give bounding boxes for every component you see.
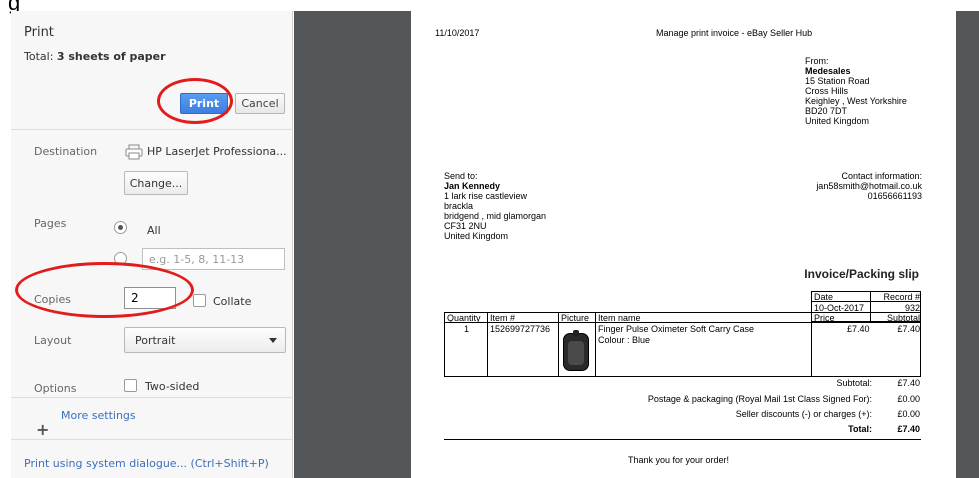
- postage-value: £0.00: [897, 394, 920, 404]
- from-line: United Kingdom: [805, 116, 870, 127]
- subtotal-label: Subtotal:: [836, 378, 872, 388]
- pages-all-label: All: [147, 224, 161, 237]
- discounts-label: Seller discounts (-) or charges (+):: [735, 409, 872, 419]
- col-item-name: Item name: [598, 313, 641, 323]
- two-sided-label: Two-sided: [145, 380, 200, 393]
- contact-email: jan58smith@hotmail.co.uk: [816, 181, 922, 192]
- change-destination-button[interactable]: Change...: [124, 171, 188, 195]
- postage-label: Postage & packaging (Royal Mail 1st Clas…: [647, 394, 872, 404]
- collate-label: Collate: [213, 295, 252, 308]
- product-thumbnail: [563, 330, 589, 371]
- to-line: 1 lark rise castleview: [444, 191, 528, 202]
- from-line: Cross Hills: [805, 86, 849, 97]
- thanks-message: Thank you for your order!: [628, 455, 730, 465]
- to-line: CF31 2NU: [444, 221, 487, 232]
- dialog-title: Print: [24, 25, 54, 40]
- send-to-label: Send to:: [444, 171, 478, 181]
- total-label: Total:: [24, 50, 54, 63]
- divider: [444, 322, 921, 323]
- pages-all-radio[interactable]: [114, 221, 127, 234]
- divider: [487, 312, 488, 377]
- from-block: From: Medesales 15 Station Road Cross Hi…: [805, 56, 907, 127]
- total-label: Total:: [848, 424, 872, 434]
- layout-select[interactable]: Portrait: [124, 327, 286, 353]
- layout-label: Layout: [34, 334, 72, 347]
- total-value: 3 sheets of paper: [56, 50, 166, 63]
- print-button-annotation: [157, 78, 233, 124]
- divider: [595, 312, 596, 377]
- col-subtotal: Subtotal: [886, 313, 920, 323]
- more-settings-link[interactable]: More settings: [61, 409, 136, 422]
- to-line: bridgend , mid glamorgan: [444, 211, 547, 222]
- to-line: United Kingdom: [444, 231, 509, 242]
- from-label: From:: [805, 56, 829, 66]
- collate-checkbox[interactable]: [193, 294, 206, 307]
- row-quantity: 1: [464, 324, 470, 334]
- print-settings-panel: Print Total: 3 sheets of paper Print Can…: [11, 11, 293, 478]
- system-dialog-link[interactable]: Print using system dialogue... (Ctrl+Shi…: [24, 457, 269, 470]
- total-value: £7.40: [897, 424, 920, 434]
- col-item-number: Item #: [490, 313, 516, 323]
- col-quantity: Quantity: [447, 313, 481, 323]
- preview-page: 11/10/2017 Manage print invoice - eBay S…: [411, 11, 956, 478]
- preview-date: 11/10/2017: [435, 28, 480, 38]
- plus-icon: +: [36, 420, 50, 439]
- options-label: Options: [34, 382, 77, 395]
- sheet-total: Total: 3 sheets of paper: [24, 50, 166, 63]
- from-line: 15 Station Road: [805, 76, 870, 87]
- chevron-down-icon: [269, 338, 277, 343]
- row-subtotal: £7.40: [897, 324, 920, 334]
- preview-page-title: Manage print invoice - eBay Seller Hub: [656, 28, 813, 38]
- from-line: BD20 7DT: [805, 106, 848, 117]
- row-price: £7.40: [847, 324, 870, 334]
- col-picture: Picture: [561, 313, 590, 323]
- contact-phone: 01656661193: [867, 191, 922, 202]
- send-to-block: Send to: Jan Kennedy 1 lark rise castlev…: [444, 171, 546, 242]
- printer-icon: [125, 144, 143, 160]
- record-header: Record #: [883, 292, 920, 302]
- divider: [444, 439, 921, 440]
- divider: [558, 312, 559, 377]
- to-line: brackla: [444, 201, 474, 212]
- contact-block: Contact information: jan58smith@hotmail.…: [816, 171, 922, 201]
- pages-custom-input[interactable]: e.g. 1-5, 8, 11-13: [142, 248, 285, 270]
- destination-label: Destination: [34, 145, 98, 158]
- contact-label: Contact information:: [841, 171, 922, 181]
- divider: [11, 439, 293, 440]
- from-name: Medesales: [805, 66, 851, 77]
- invoice-title: Invoice/Packing slip: [804, 267, 919, 281]
- to-name: Jan Kennedy: [444, 181, 501, 192]
- copies-annotation: [15, 262, 194, 318]
- cancel-button[interactable]: Cancel: [235, 93, 285, 114]
- row-item-name: Finger Pulse Oximeter Soft Carry Case: [598, 324, 755, 334]
- pages-label: Pages: [34, 217, 67, 230]
- row-item-number: 152699727736: [490, 324, 551, 334]
- date-header: Date: [814, 292, 834, 302]
- divider: [11, 397, 293, 398]
- two-sided-checkbox[interactable]: [124, 379, 137, 392]
- from-line: Keighley , West Yorkshire: [805, 96, 907, 107]
- col-price: Price: [814, 313, 835, 323]
- divider: [811, 312, 812, 377]
- discounts-value: £0.00: [897, 409, 920, 419]
- divider: [11, 129, 293, 130]
- layout-value: Portrait: [135, 334, 176, 347]
- subtotal-value: £7.40: [897, 378, 920, 388]
- row-colour: Colour : Blue: [598, 335, 651, 345]
- destination-printer-name: HP LaserJet Professiona...: [147, 145, 287, 158]
